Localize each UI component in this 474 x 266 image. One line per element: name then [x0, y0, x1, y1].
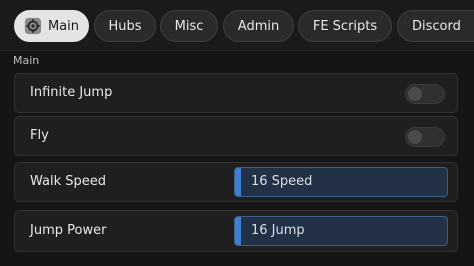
walk-speed-slider-fill [235, 168, 242, 196]
infinite-jump-toggle[interactable] [405, 84, 445, 104]
fly-label: Fly [30, 128, 49, 143]
tab-admin-label: Admin [237, 18, 280, 34]
tab-discord-label: Discord [412, 18, 461, 34]
gear-icon [24, 17, 42, 35]
fly-row: Fly [14, 116, 458, 156]
tab-main[interactable]: Main [14, 10, 89, 42]
tab-bar: Main Hubs Misc Admin FE Scripts Discord [0, 0, 474, 51]
tab-discord[interactable]: Discord [397, 10, 474, 42]
tab-fe-scripts[interactable]: FE Scripts [298, 10, 392, 42]
tab-fe-scripts-label: FE Scripts [312, 18, 378, 34]
walk-speed-row: Walk Speed 16 Speed [14, 162, 458, 202]
jump-power-slider-fill [235, 217, 242, 245]
tab-misc-label: Misc [174, 18, 204, 34]
tab-hubs-label: Hubs [108, 18, 142, 34]
tab-hubs[interactable]: Hubs [94, 10, 156, 42]
jump-power-label: Jump Power [30, 223, 107, 238]
tab-misc[interactable]: Misc [160, 10, 218, 42]
walk-speed-label: Walk Speed [30, 174, 107, 189]
script-hub-window: Main Hubs Misc Admin FE Scripts Discord … [0, 0, 474, 266]
walk-speed-slider[interactable]: 16 Speed [234, 167, 448, 197]
tab-main-label: Main [47, 18, 80, 34]
jump-power-row: Jump Power 16 Jump [14, 210, 458, 252]
walk-speed-value: 16 Speed [251, 174, 313, 189]
fly-toggle[interactable] [405, 127, 445, 147]
toggle-knob [408, 87, 422, 101]
infinite-jump-row: Infinite Jump [14, 73, 458, 113]
section-title: Main [13, 54, 40, 67]
tab-admin[interactable]: Admin [223, 10, 294, 42]
toggle-knob [408, 130, 422, 144]
infinite-jump-label: Infinite Jump [30, 85, 113, 100]
jump-power-slider[interactable]: 16 Jump [234, 216, 448, 246]
jump-power-value: 16 Jump [251, 223, 305, 238]
